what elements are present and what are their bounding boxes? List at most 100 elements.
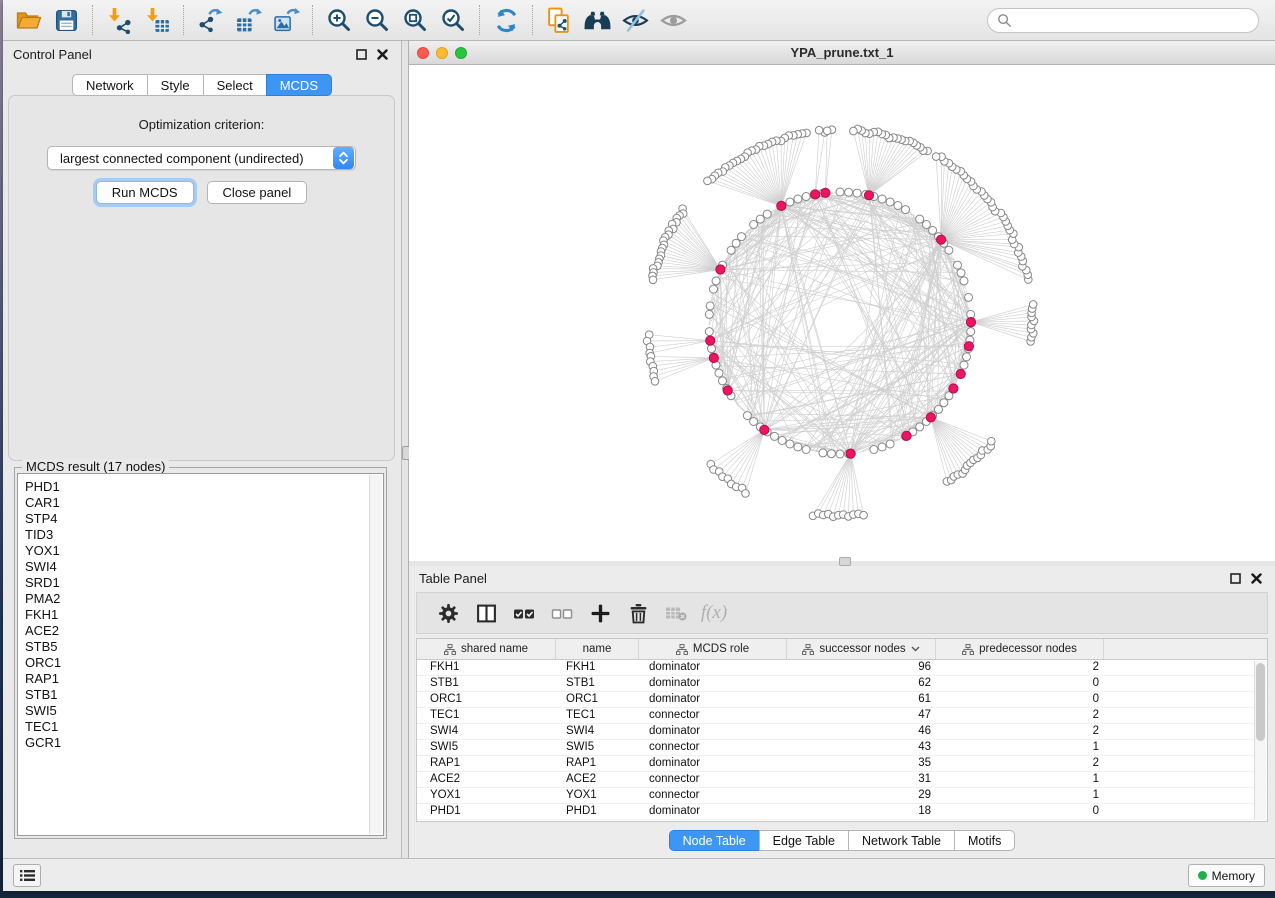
tab-edge-table[interactable]: Edge Table — [759, 830, 849, 851]
cell-shared-name[interactable]: YOX1 — [417, 788, 556, 803]
table-row[interactable]: SWI4SWI4dominator462 — [417, 724, 1267, 740]
mcds-result-item[interactable]: FKH1 — [25, 607, 383, 623]
search-box[interactable] — [987, 8, 1259, 33]
cell-successor-nodes[interactable]: 31 — [787, 772, 936, 787]
mcds-result-item[interactable]: RAP1 — [25, 671, 383, 687]
table-row[interactable]: YOX1YOX1connector291 — [417, 788, 1267, 804]
float-panel-button[interactable] — [352, 45, 370, 63]
table-row[interactable]: ACE2ACE2connector311 — [417, 772, 1267, 788]
find-button[interactable] — [578, 3, 616, 37]
cell-successor-nodes[interactable]: 62 — [787, 676, 936, 691]
table-row[interactable]: FKH1FKH1dominator962 — [417, 660, 1267, 676]
search-input[interactable] — [1012, 13, 1249, 28]
network-graph[interactable] — [409, 65, 1275, 561]
cell-shared-name[interactable]: SWI4 — [417, 724, 556, 739]
task-history-button[interactable] — [13, 864, 41, 887]
close-table-panel-button[interactable] — [1247, 569, 1265, 587]
delete-column-button[interactable] — [619, 595, 657, 631]
cell-shared-name[interactable]: TEC1 — [417, 708, 556, 723]
cell-predecessor-nodes[interactable]: 0 — [936, 804, 1104, 819]
zoom-out-button[interactable] — [358, 3, 396, 37]
cell-MCDS-role[interactable]: dominator — [639, 724, 787, 739]
cell-predecessor-nodes[interactable]: 2 — [936, 708, 1104, 723]
memory-button[interactable]: Memory — [1188, 864, 1265, 887]
table-row[interactable]: TEC1TEC1connector472 — [417, 708, 1267, 724]
tab-mcds[interactable]: MCDS — [266, 74, 332, 96]
cell-MCDS-role[interactable]: dominator — [639, 676, 787, 691]
unselect-all-columns-button[interactable] — [543, 595, 581, 631]
mcds-result-item[interactable]: CAR1 — [25, 495, 383, 511]
column-header-shared-name[interactable]: shared name — [417, 639, 556, 659]
table-row[interactable]: ORC1ORC1dominator610 — [417, 692, 1267, 708]
cell-predecessor-nodes[interactable]: 1 — [936, 772, 1104, 787]
cell-MCDS-role[interactable]: connector — [639, 740, 787, 755]
splitter-handle[interactable] — [839, 557, 851, 566]
mcds-result-item[interactable]: PHD1 — [25, 479, 383, 495]
column-header-successor-nodes[interactable]: successor nodes — [787, 639, 936, 659]
mcds-result-item[interactable]: PMA2 — [25, 591, 383, 607]
mcds-result-item[interactable]: GCR1 — [25, 735, 383, 751]
cell-name[interactable]: SWI4 — [556, 724, 639, 739]
cell-successor-nodes[interactable]: 43 — [787, 740, 936, 755]
cell-predecessor-nodes[interactable]: 0 — [936, 692, 1104, 707]
mcds-result-item[interactable]: STB5 — [25, 639, 383, 655]
cell-name[interactable]: ORC1 — [556, 692, 639, 707]
criterion-select[interactable]: largest connected component (undirected) — [47, 146, 356, 170]
table-row[interactable]: PHD1PHD1dominator180 — [417, 804, 1267, 820]
hide-selected-button[interactable] — [616, 3, 654, 37]
cell-name[interactable]: RAP1 — [556, 756, 639, 771]
cell-name[interactable]: ACE2 — [556, 772, 639, 787]
table-row[interactable]: STB1STB1dominator620 — [417, 676, 1267, 692]
cell-predecessor-nodes[interactable]: 0 — [936, 676, 1104, 691]
zoom-selected-button[interactable] — [434, 3, 472, 37]
close-mcds-panel-button[interactable]: Close panel — [207, 181, 308, 204]
mcds-result-item[interactable]: SWI4 — [25, 559, 383, 575]
cell-name[interactable]: TEC1 — [556, 708, 639, 723]
create-column-button[interactable] — [581, 595, 619, 631]
vertical-splitter[interactable] — [402, 41, 409, 858]
select-all-columns-button[interactable] — [505, 595, 543, 631]
cell-successor-nodes[interactable]: 18 — [787, 804, 936, 819]
cell-shared-name[interactable]: FKH1 — [417, 660, 556, 675]
cell-predecessor-nodes[interactable]: 2 — [936, 756, 1104, 771]
cell-predecessor-nodes[interactable]: 1 — [936, 740, 1104, 755]
cell-shared-name[interactable]: ORC1 — [417, 692, 556, 707]
cell-successor-nodes[interactable]: 29 — [787, 788, 936, 803]
tab-motifs[interactable]: Motifs — [954, 830, 1015, 851]
mcds-result-item[interactable]: TID3 — [25, 527, 383, 543]
tab-network-table[interactable]: Network Table — [848, 830, 955, 851]
mcds-result-item[interactable]: SWI5 — [25, 703, 383, 719]
cell-MCDS-role[interactable]: connector — [639, 708, 787, 723]
mcds-result-item[interactable]: YOX1 — [25, 543, 383, 559]
cell-MCDS-role[interactable]: dominator — [639, 692, 787, 707]
mcds-result-item[interactable]: ORC1 — [25, 655, 383, 671]
export-table-button[interactable] — [229, 3, 267, 37]
cell-successor-nodes[interactable]: 35 — [787, 756, 936, 771]
table-scrollbar[interactable] — [1254, 661, 1266, 820]
cell-predecessor-nodes[interactable]: 1 — [936, 788, 1104, 803]
cell-name[interactable]: FKH1 — [556, 660, 639, 675]
cell-name[interactable]: PHD1 — [556, 804, 639, 819]
cell-successor-nodes[interactable]: 47 — [787, 708, 936, 723]
float-table-panel-button[interactable] — [1226, 569, 1244, 587]
apply-layout-button[interactable] — [487, 3, 525, 37]
zoom-fit-button[interactable] — [396, 3, 434, 37]
save-session-button[interactable] — [47, 3, 85, 37]
open-file-button[interactable] — [9, 3, 47, 37]
import-network-button[interactable] — [100, 3, 138, 37]
list-scrollbar[interactable] — [369, 475, 382, 834]
column-header-name[interactable]: name — [556, 639, 639, 659]
cell-successor-nodes[interactable]: 61 — [787, 692, 936, 707]
column-header-MCDS-role[interactable]: MCDS role — [639, 639, 787, 659]
table-row[interactable]: SWI5SWI5connector431 — [417, 740, 1267, 756]
network-canvas[interactable] — [409, 65, 1275, 561]
show-all-button[interactable] — [654, 3, 692, 37]
column-header-predecessor-nodes[interactable]: predecessor nodes — [936, 639, 1104, 659]
minimize-window-icon[interactable] — [436, 47, 448, 59]
mcds-result-list[interactable]: PHD1CAR1STP4TID3YOX1SWI4SRD1PMA2FKH1ACE2… — [17, 473, 384, 836]
cell-MCDS-role[interactable]: connector — [639, 772, 787, 787]
close-panel-button[interactable] — [373, 45, 391, 63]
cell-MCDS-role[interactable]: dominator — [639, 660, 787, 675]
cell-name[interactable]: STB1 — [556, 676, 639, 691]
network-from-selection-button[interactable] — [540, 3, 578, 37]
